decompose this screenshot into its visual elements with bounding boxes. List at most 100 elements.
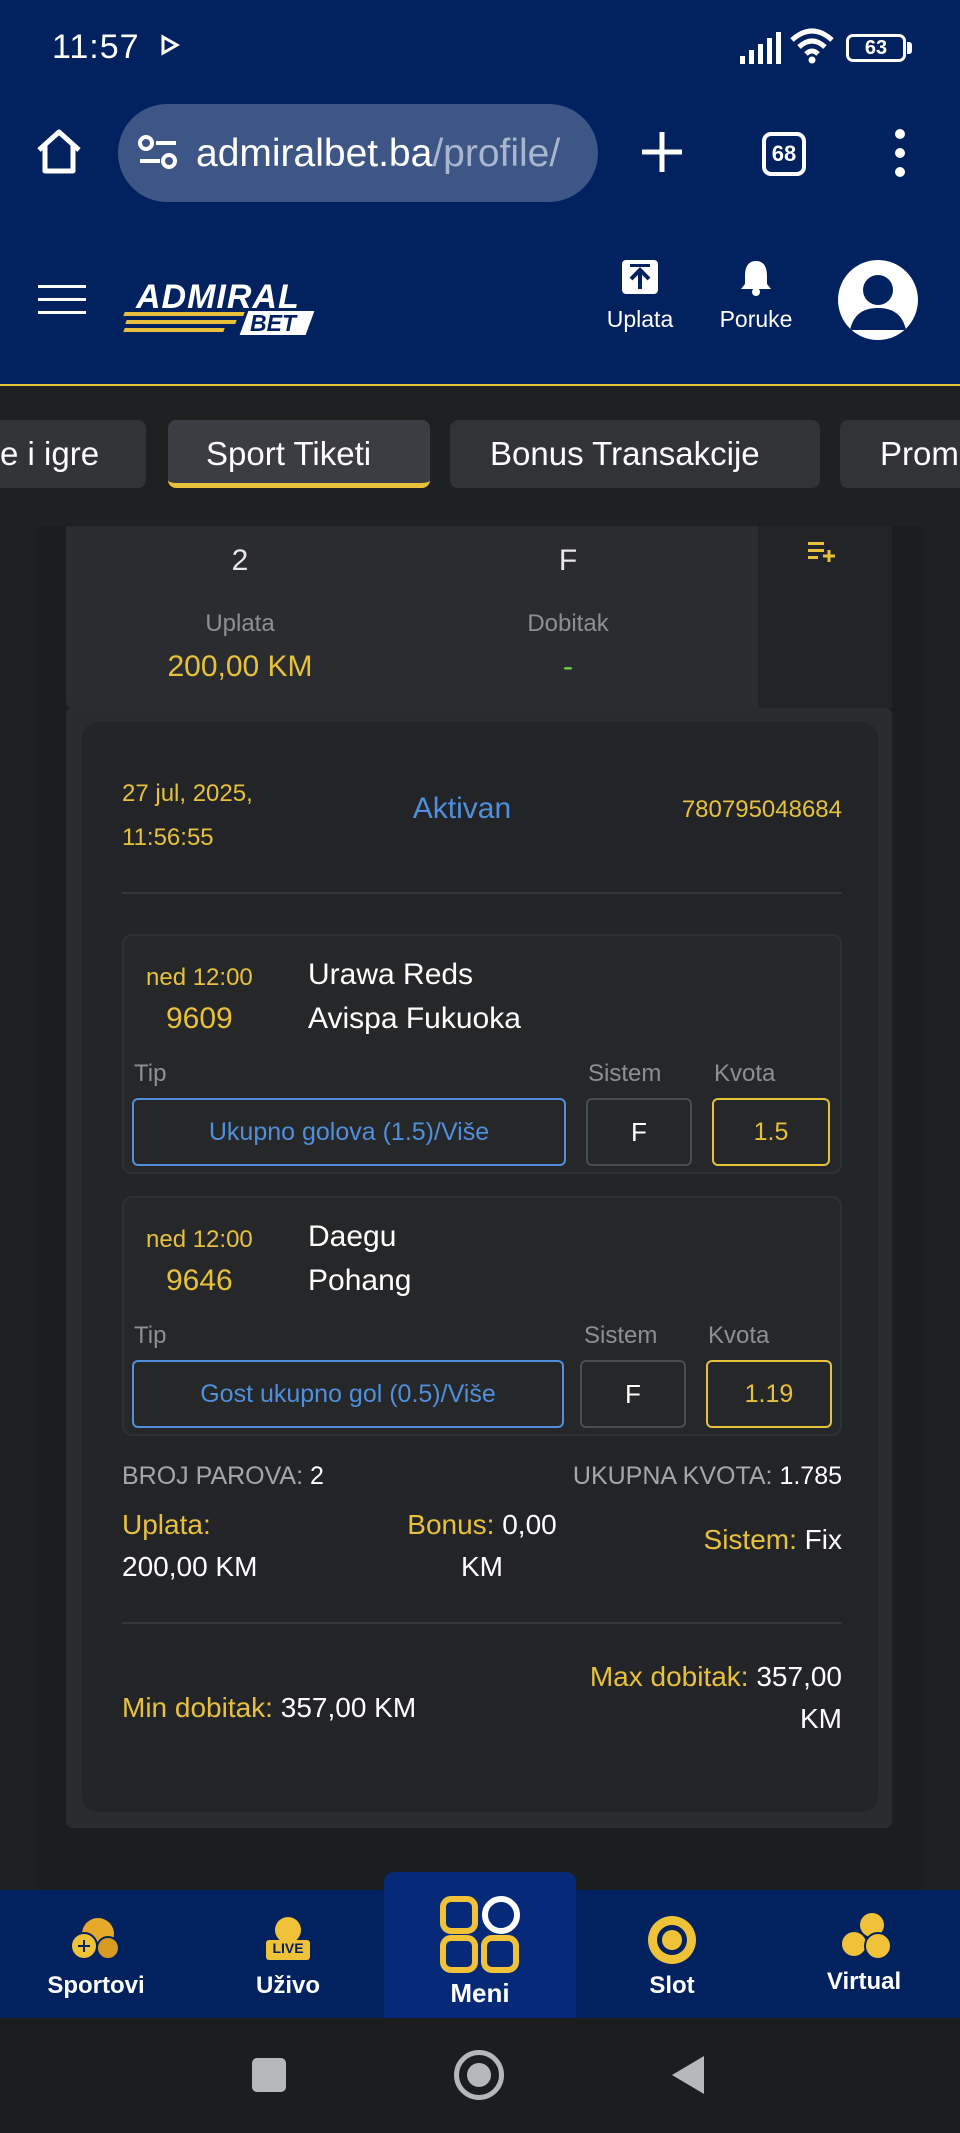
ticket-match: ned 12:00 9646 Daegu Pohang Tip Sistem K…	[122, 1196, 842, 1436]
url-text: admiralbet.ba/profile/	[196, 132, 560, 176]
bonus-label: Bonus:	[407, 1509, 495, 1540]
profile-tabs: e i igre Sport Tiketi Bonus Transakcije …	[0, 386, 960, 526]
prev-stake-value: 200,00 KM	[167, 650, 313, 683]
logo-stripe	[123, 312, 245, 316]
browser-toolbar: admiralbet.ba/profile/ 68	[0, 96, 960, 226]
prev-win-label: Dobitak	[527, 610, 609, 637]
ticket-id: 780795048684	[681, 796, 842, 823]
stake-label: Uplata:	[122, 1509, 211, 1540]
battery-indicator: 63	[846, 34, 906, 62]
new-tab-icon[interactable]	[640, 130, 684, 174]
stake-value: 200,00 KM	[122, 1551, 258, 1582]
match-home-team: Urawa Reds	[308, 958, 474, 991]
ticket-card: 27 jul, 2025, 11:56:55 Aktivan 780795048…	[66, 708, 892, 1828]
url-path: /profile/	[432, 132, 561, 175]
nav-virtual[interactable]: Virtual	[768, 1890, 960, 2018]
nav-live[interactable]: LIVE Uživo	[192, 1890, 384, 2018]
max-win-currency: KM	[800, 1703, 842, 1734]
profile-avatar[interactable]	[838, 260, 918, 340]
nav-slot[interactable]: Slot	[576, 1890, 768, 2018]
home-button-dot	[467, 2063, 491, 2087]
play-icon	[161, 34, 180, 56]
nav-virtual-label: Virtual	[826, 1968, 902, 1995]
ticket-details: 27 jul, 2025, 11:56:55 Aktivan 780795048…	[82, 722, 878, 1812]
pairs-label: BROJ PAROVA:	[122, 1462, 304, 1490]
min-win-label: Min dobitak:	[122, 1692, 273, 1723]
poker-chip-icon	[648, 1916, 696, 1964]
tab-bonus-transactions[interactable]: Bonus Transakcije	[450, 420, 820, 488]
upload-icon	[622, 260, 658, 294]
prev-ticket-side	[758, 526, 892, 708]
home-button[interactable]	[454, 2050, 504, 2100]
ticket-date-line1: 27 jul, 2025,	[122, 780, 253, 807]
ticket-system: Sistem: Fix	[602, 1524, 842, 1556]
bottom-navigation: Sportovi LIVE Uživo Meni Slot Virtual	[0, 1872, 960, 2018]
tab-sport-tickets[interactable]: Sport Tiketi	[168, 420, 430, 488]
battery-tip	[907, 42, 912, 54]
recents-button[interactable]	[252, 2058, 286, 2092]
system-value: F	[580, 1360, 686, 1428]
deposit-button[interactable]: Uplata	[580, 258, 700, 333]
ticket-date-line2: 11:56:55	[122, 824, 214, 851]
more-menu-icon[interactable]	[892, 128, 908, 178]
previous-ticket-card[interactable]: 2 F Uplata Dobitak 200,00 KM -	[66, 526, 892, 708]
max-win-label: Max dobitak:	[589, 1661, 749, 1692]
tip-label: Tip	[134, 1060, 167, 1087]
admiralbet-logo[interactable]: ADMIRAL BET	[123, 278, 315, 338]
total-odd-label: UKUPNA KVOTA:	[572, 1462, 773, 1490]
lottery-balls-icon	[840, 1913, 892, 1960]
ticket-match: ned 12:00 9609 Urawa Reds Avispa Fukuoka…	[122, 934, 842, 1174]
sports-balls-icon	[70, 1918, 120, 1960]
match-away-team: Pohang	[308, 1264, 412, 1297]
prev-stake-label: Uplata	[205, 610, 275, 637]
nav-sports-label: Sportovi	[47, 1972, 145, 1999]
tip-value: Gost ukupno gol (0.5)/Više	[132, 1360, 564, 1428]
prev-win-value: -	[563, 650, 573, 683]
site-settings-icon[interactable]	[138, 134, 178, 170]
prev-pairs-count: 2	[231, 544, 249, 577]
prev-system-value: F	[558, 544, 578, 577]
ticket-status: Aktivan	[412, 792, 512, 825]
system-value: F	[586, 1098, 692, 1166]
pairs-count: BROJ PAROVA: 2	[122, 1462, 324, 1491]
odd-label: Kvota	[714, 1060, 776, 1087]
divider	[122, 892, 842, 894]
status-bar: 11:57 63	[0, 0, 960, 96]
nav-live-label: Uživo	[255, 1972, 320, 1999]
nav-sports[interactable]: Sportovi	[0, 1890, 192, 2018]
menu-grid-icon	[440, 1896, 520, 1973]
hamburger-menu-icon[interactable]	[38, 284, 86, 316]
signal-icon	[740, 32, 781, 64]
tab-switcher-button[interactable]: 68	[762, 132, 806, 176]
add-to-list-icon[interactable]	[808, 540, 836, 562]
site-header: ADMIRAL BET Uplata Poruke	[0, 226, 960, 386]
address-bar[interactable]: admiralbet.ba/profile/	[118, 104, 598, 202]
max-win-value: 357,00	[756, 1661, 842, 1692]
bonus-value: 0,00	[502, 1509, 557, 1540]
status-time: 11:57	[52, 28, 140, 66]
logo-text-bottom: BET	[250, 310, 296, 336]
system-navigation	[0, 2018, 960, 2133]
wifi-icon	[790, 28, 834, 64]
match-home-team: Daegu	[308, 1220, 397, 1253]
system-label: Sistem	[584, 1322, 658, 1349]
max-win: Max dobitak: 357,00 KM	[502, 1656, 842, 1740]
system-label: Sistem	[588, 1060, 662, 1087]
messages-button[interactable]: Poruke	[696, 258, 816, 333]
tickets-list: 2 F Uplata Dobitak 200,00 KM - 27 jul, 2…	[36, 526, 924, 1890]
total-odds: UKUPNA KVOTA: 1.785	[462, 1462, 842, 1491]
tab-games[interactable]: e i igre	[0, 420, 146, 488]
back-button[interactable]	[670, 2054, 706, 2096]
match-code: 9609	[166, 1002, 233, 1035]
divider	[122, 1622, 842, 1624]
user-icon	[850, 275, 906, 330]
system-type-label: Sistem:	[703, 1524, 797, 1555]
nav-menu-label: Meni	[450, 1978, 510, 2008]
home-icon[interactable]	[34, 126, 84, 176]
live-badge: LIVE	[272, 1940, 304, 1956]
tab-promotions[interactable]: Prom	[840, 420, 960, 488]
nav-menu[interactable]: Meni	[384, 1890, 576, 2018]
match-away-team: Avispa Fukuoka	[308, 1002, 521, 1035]
tip-label: Tip	[134, 1322, 167, 1349]
url-domain: admiralbet.ba	[196, 132, 433, 175]
